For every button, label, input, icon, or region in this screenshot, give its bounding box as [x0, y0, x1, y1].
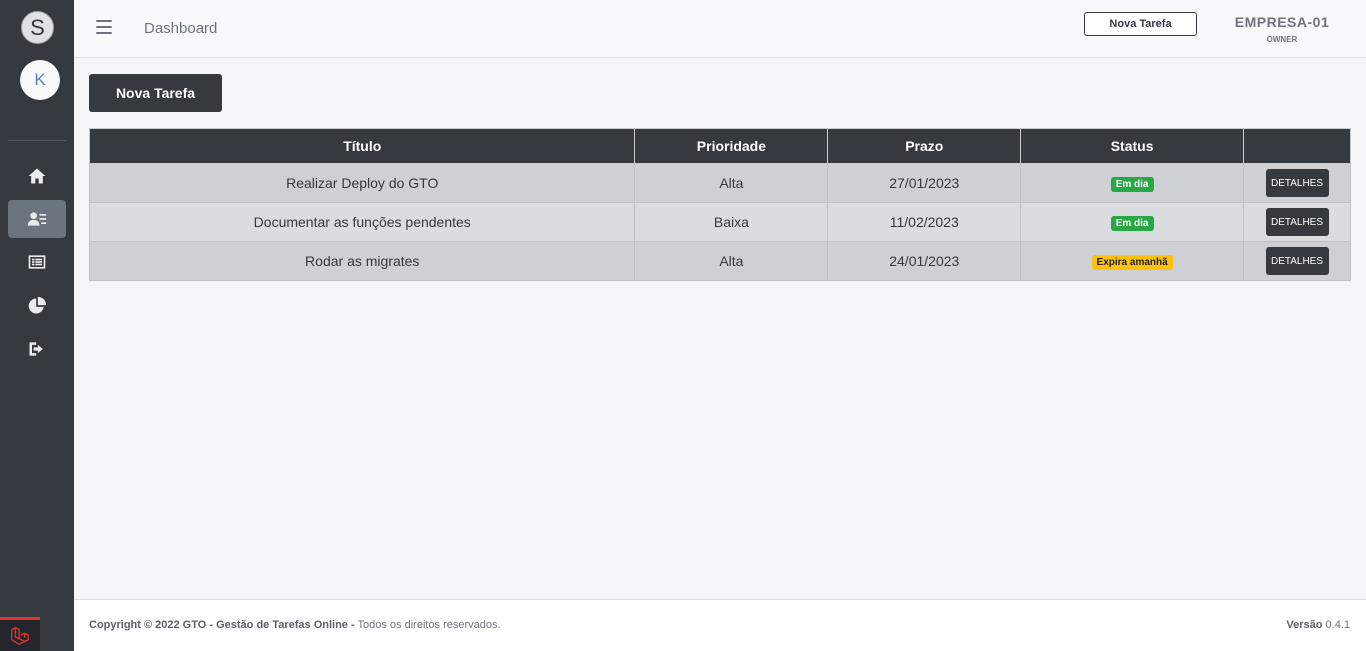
status-badge: Em dia	[1110, 216, 1154, 231]
task-priority: Alta	[634, 163, 829, 203]
column-header-title: Título	[88, 128, 636, 164]
company-name: EMPRESA-01	[1234, 14, 1330, 30]
status-badge: Expira amanhã	[1091, 255, 1173, 270]
task-deadline: 11/02/2023	[827, 202, 1022, 242]
column-header-actions	[1243, 128, 1351, 164]
column-header-deadline: Prazo	[827, 128, 1022, 164]
breadcrumb[interactable]: Dashboard	[144, 20, 217, 37]
brand-logo[interactable]: S	[21, 11, 54, 44]
list-icon	[28, 255, 46, 269]
menu-toggle-icon[interactable]	[96, 20, 112, 36]
task-actions-cell: DETALHES	[1243, 163, 1351, 203]
laravel-logo	[0, 617, 40, 651]
details-button[interactable]: DETALHES	[1265, 208, 1329, 236]
column-header-priority: Prioridade	[634, 128, 829, 164]
new-task-button[interactable]: Nova Tarefa	[89, 74, 222, 112]
rights-text: Todos os direitos reservados.	[354, 619, 501, 631]
user-avatar[interactable]: K	[20, 60, 60, 100]
table-header-row: Título Prioridade Prazo Status	[88, 128, 1351, 164]
task-deadline: 24/01/2023	[827, 241, 1022, 281]
user-card-icon	[27, 212, 47, 226]
sidebar-item-list[interactable]	[8, 243, 66, 281]
top-navbar: Dashboard Nova Tarefa EMPRESA-01 OWNER	[74, 0, 1366, 58]
company-info[interactable]: EMPRESA-01 OWNER	[1222, 14, 1342, 44]
details-button[interactable]: DETALHES	[1265, 169, 1329, 197]
sidebar-divider	[8, 140, 66, 141]
version-number: 0.4.1	[1322, 619, 1350, 631]
column-header-status: Status	[1020, 128, 1245, 164]
copyright-text: Copyright © 2022 GTO - Gestão de Tarefas…	[89, 619, 355, 631]
task-actions-cell: DETALHES	[1243, 202, 1351, 242]
task-actions-cell: DETALHES	[1243, 241, 1351, 281]
task-priority: Alta	[634, 241, 829, 281]
task-title: Documentar as funções pendentes	[88, 202, 636, 242]
sidebar-item-logout[interactable]	[8, 330, 66, 368]
sidebar-item-users[interactable]	[8, 200, 66, 238]
company-role: OWNER	[1266, 35, 1298, 44]
tasks-table: Título Prioridade Prazo Status Realizar …	[88, 128, 1351, 281]
task-status-cell: Em dia	[1020, 163, 1245, 203]
task-status-cell: Em dia	[1020, 202, 1245, 242]
header-new-task-button[interactable]: Nova Tarefa	[1084, 12, 1197, 36]
sidebar-item-reports[interactable]	[8, 287, 66, 325]
task-deadline: 27/01/2023	[827, 163, 1022, 203]
table-row: Documentar as funções pendentes Baixa 11…	[88, 202, 1351, 242]
table-row: Rodar as migrates Alta 24/01/2023 Expira…	[88, 241, 1351, 281]
task-status-cell: Expira amanhã	[1020, 241, 1245, 281]
sidebar-item-home[interactable]	[8, 157, 66, 195]
page-footer: Copyright © 2022 GTO - Gestão de Tarefas…	[74, 599, 1366, 651]
task-title: Realizar Deploy do GTO	[88, 163, 636, 203]
status-badge: Em dia	[1110, 177, 1154, 192]
table-row: Realizar Deploy do GTO Alta 27/01/2023 E…	[88, 163, 1351, 203]
footer-copyright: Copyright © 2022 GTO - Gestão de Tarefas…	[89, 619, 501, 631]
footer-version: Versão 0.4.1	[1286, 619, 1350, 631]
home-icon	[28, 168, 46, 184]
sign-out-icon	[29, 342, 43, 356]
sidebar: S K	[0, 0, 74, 651]
pie-chart-icon	[28, 296, 47, 314]
version-label: Versão	[1286, 619, 1323, 631]
task-priority: Baixa	[634, 202, 829, 242]
details-button[interactable]: DETALHES	[1265, 247, 1329, 275]
laravel-icon	[11, 626, 29, 645]
task-title: Rodar as migrates	[88, 241, 636, 281]
